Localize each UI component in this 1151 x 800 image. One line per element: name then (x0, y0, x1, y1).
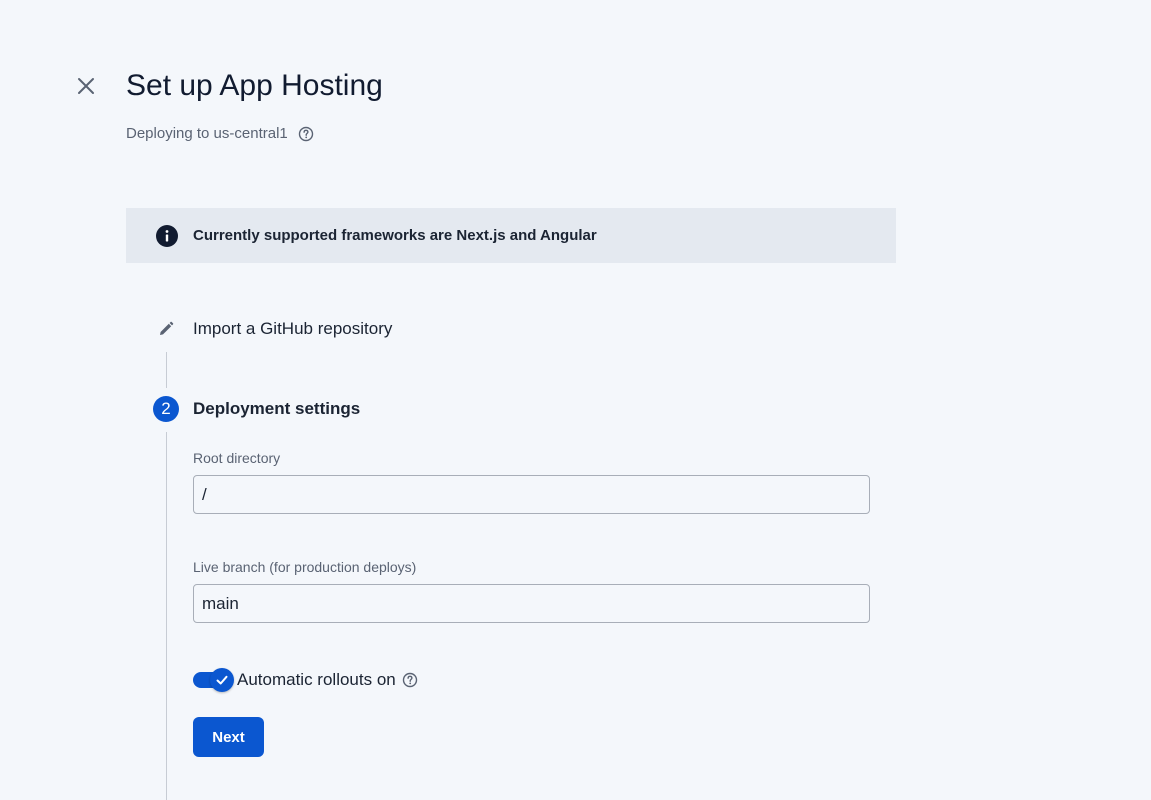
live-branch-label: Live branch (for production deploys) (193, 559, 417, 575)
info-icon (156, 224, 178, 247)
deploy-region-subtitle: Deploying to us-central1 (126, 124, 314, 144)
banner-text: Currently supported frameworks are Next.… (193, 227, 597, 244)
page-title: Set up App Hosting (126, 69, 383, 102)
subtitle-text: Deploying to us-central1 (126, 125, 288, 142)
help-circle-icon[interactable] (402, 672, 418, 688)
info-banner: Currently supported frameworks are Next.… (126, 208, 896, 263)
close-icon (78, 78, 94, 94)
toggle-thumb (210, 668, 234, 692)
check-icon (216, 675, 228, 685)
pencil-icon (156, 319, 176, 339)
automatic-rollouts-row: Automatic rollouts on (193, 668, 418, 692)
step-number-badge: 2 (153, 396, 179, 422)
root-directory-label: Root directory (193, 450, 281, 466)
app-hosting-setup-page: Set up App Hosting Deploying to us-centr… (0, 0, 1151, 800)
root-directory-input[interactable] (193, 475, 870, 514)
stepper-connector (166, 432, 167, 800)
next-button[interactable]: Next (193, 717, 264, 757)
automatic-rollouts-label: Automatic rollouts on (237, 670, 396, 689)
live-branch-input[interactable] (193, 584, 870, 623)
close-button[interactable] (74, 74, 98, 98)
step-import-github-repository[interactable]: Import a GitHub repository (193, 318, 392, 340)
step-deployment-settings: Deployment settings (193, 399, 361, 418)
help-circle-icon[interactable] (298, 126, 314, 142)
stepper-connector (166, 352, 167, 388)
automatic-rollouts-toggle[interactable] (193, 668, 234, 692)
